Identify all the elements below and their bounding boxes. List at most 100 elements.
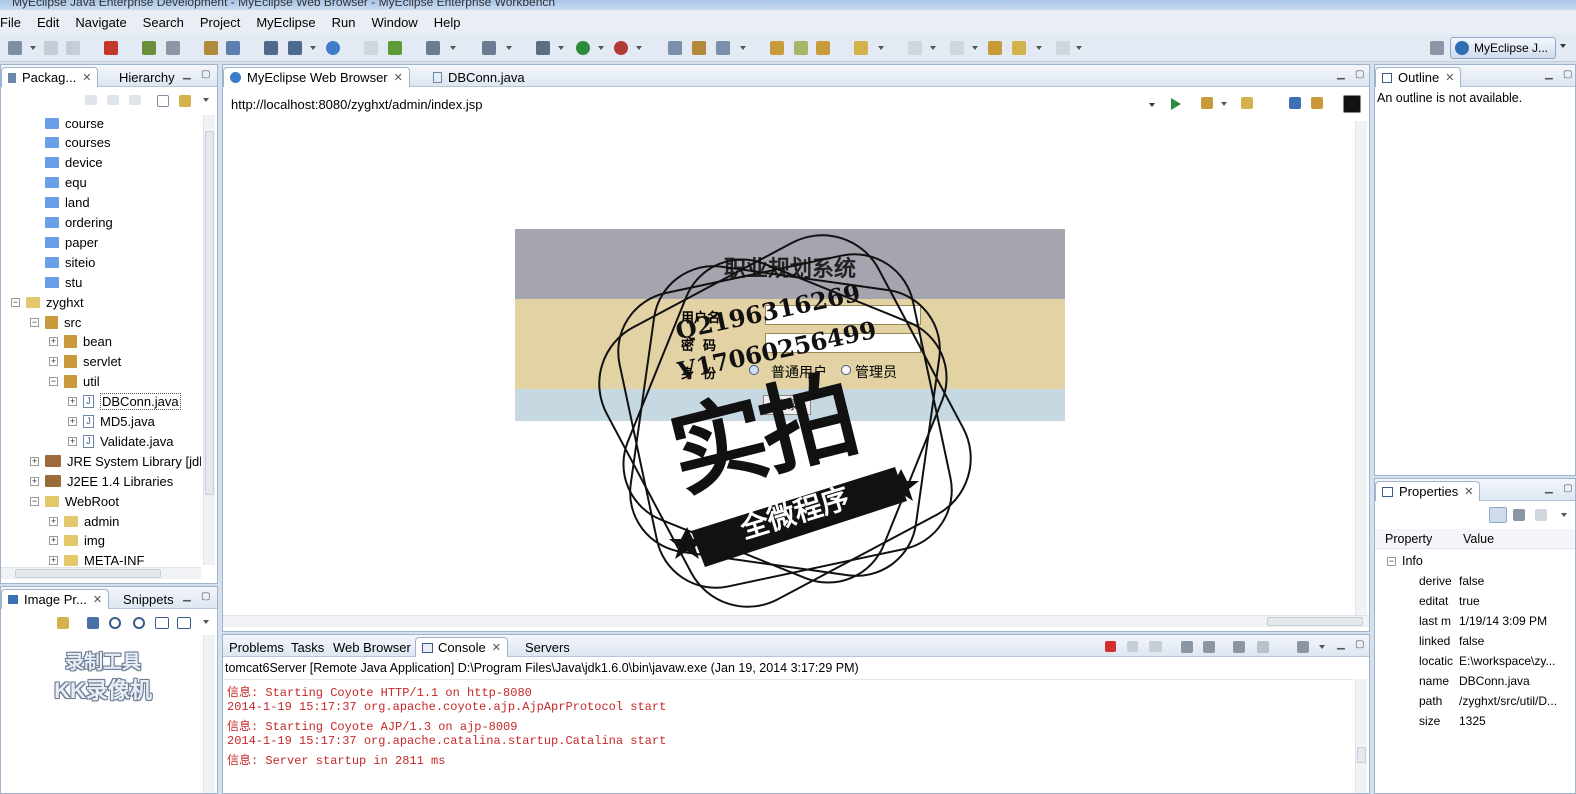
close-icon[interactable]: ✕ <box>1464 485 1473 498</box>
debug-icon[interactable] <box>536 41 550 55</box>
collapse-icon[interactable]: − <box>1387 556 1396 566</box>
property-row[interactable]: linked false <box>1381 631 1571 651</box>
menu-project[interactable]: Project <box>192 15 248 30</box>
expand-icon[interactable]: − <box>30 496 39 506</box>
collapse-all-icon[interactable] <box>157 95 169 107</box>
maximize-icon[interactable]: ▢ <box>201 69 210 80</box>
tree-item-util[interactable]: − util <box>49 372 100 392</box>
menu-myeclipse[interactable]: MyEclipse <box>248 15 323 30</box>
tree-vertical-scrollbar[interactable] <box>203 115 215 565</box>
menu-run[interactable]: Run <box>324 15 364 30</box>
zoom-out-icon[interactable] <box>109 617 121 629</box>
expand-icon[interactable]: + <box>68 417 77 426</box>
url-dropdown-icon[interactable] <box>1149 103 1155 107</box>
open-type-icon[interactable] <box>426 41 440 55</box>
tab-servers[interactable]: Servers <box>519 637 576 657</box>
close-icon[interactable]: ✕ <box>394 71 403 84</box>
go-icon[interactable] <box>1171 98 1181 110</box>
browser-horizontal-scrollbar[interactable] <box>223 615 1369 627</box>
maximize-icon[interactable]: ▢ <box>1563 483 1572 494</box>
collapse-icon[interactable]: − <box>11 297 20 307</box>
myeclipse-icon[interactable] <box>104 41 118 55</box>
expand-icon[interactable]: + <box>49 556 58 566</box>
minimize-icon[interactable]: ▁ <box>183 591 191 602</box>
tree-item-j2ee-1-4-libraries[interactable]: + J2EE 1.4 Libraries <box>30 471 173 491</box>
image-arrow-icon[interactable] <box>57 617 69 629</box>
tree-item-md5-java[interactable]: + J MD5.java <box>68 412 155 432</box>
tree-item-img[interactable]: + img <box>49 531 105 551</box>
browser-vertical-scrollbar[interactable] <box>1355 121 1367 615</box>
back-icon[interactable] <box>1012 41 1026 55</box>
tree-item-device[interactable]: device <box>30 153 103 173</box>
open-task-icon[interactable] <box>482 41 496 55</box>
tab-web-browser[interactable]: MyEclipse Web Browser ✕ <box>223 67 410 87</box>
tree-item-equ[interactable]: equ <box>30 173 87 193</box>
expand-icon[interactable]: + <box>30 476 39 486</box>
new-wizard-icon[interactable] <box>716 41 730 55</box>
expand-icon[interactable]: + <box>49 536 58 546</box>
expand-icon[interactable]: + <box>68 436 77 446</box>
tab-snippets[interactable]: Snippets <box>117 589 180 609</box>
open-perspective-icon[interactable] <box>1430 41 1444 55</box>
terminate-icon[interactable] <box>1105 641 1116 652</box>
tree-item-webroot[interactable]: − WebRoot <box>30 491 119 511</box>
server-icon[interactable] <box>166 41 180 55</box>
tab-package-explorer[interactable]: Packag... ✕ <box>1 67 99 87</box>
tab-problems[interactable]: Problems <box>223 637 290 657</box>
perspective-button[interactable]: MyEclipse J... <box>1450 37 1556 59</box>
tree-item-jre-system-library-jdk1[interactable]: + JRE System Library [jdk1 <box>30 451 201 471</box>
maximize-icon[interactable]: ▢ <box>201 591 210 602</box>
tree-item-validate-java[interactable]: + J Validate.java <box>68 431 173 451</box>
menu-file[interactable]: File <box>0 15 29 30</box>
minimize-icon[interactable]: ▁ <box>1337 69 1345 80</box>
property-row[interactable]: path/zyghxt/src/util/D... <box>1381 691 1571 711</box>
expand-icon[interactable]: + <box>49 357 58 367</box>
tab-image-preview[interactable]: Image Pr... ✕ <box>1 589 110 609</box>
tab-console[interactable]: Console ✕ <box>415 637 508 657</box>
last-edit-icon[interactable] <box>988 41 1002 55</box>
show-categories-icon[interactable] <box>1489 507 1507 523</box>
annotation-icon[interactable] <box>854 41 868 55</box>
refresh-icon[interactable] <box>388 41 402 55</box>
browser-options-icon[interactable] <box>1201 97 1213 109</box>
scroll-lock-icon[interactable] <box>1203 641 1215 653</box>
tree-item-zyghxt[interactable]: − zyghxt <box>11 292 84 312</box>
wizard2-icon[interactable] <box>226 41 240 55</box>
external-tools-icon[interactable] <box>614 41 628 55</box>
run-icon[interactable] <box>576 41 590 55</box>
maximize-icon[interactable]: ▢ <box>1355 639 1364 650</box>
tab-web-browser-view[interactable]: Web Browser <box>327 637 417 657</box>
property-row[interactable]: derive false <box>1381 571 1571 591</box>
url-input[interactable]: http://localhost:8080/zyghxt/admin/index… <box>231 97 1141 112</box>
tree-item-admin[interactable]: + admin <box>49 511 119 531</box>
expand-icon[interactable]: + <box>49 516 58 526</box>
deploy-icon[interactable] <box>142 41 156 55</box>
tree-item-meta-inf[interactable]: + META-INF <box>49 551 144 567</box>
tree-item-ordering[interactable]: ordering <box>30 213 113 233</box>
actual-size-icon[interactable] <box>155 617 169 629</box>
console-vertical-scrollbar[interactable] <box>1355 679 1367 793</box>
properties-group[interactable]: − Info <box>1381 551 1571 571</box>
link-editor-icon[interactable] <box>179 95 191 107</box>
property-row[interactable]: size 1325 <box>1381 711 1571 731</box>
tab-properties[interactable]: Properties ✕ <box>1375 481 1481 501</box>
tree-item-courses[interactable]: courses <box>30 133 111 153</box>
clear-console-icon[interactable] <box>1181 641 1193 653</box>
search-icon[interactable] <box>816 41 830 55</box>
browser-back-icon[interactable] <box>1241 97 1253 109</box>
new-icon[interactable] <box>8 41 22 55</box>
show-advanced-icon[interactable] <box>1513 509 1525 521</box>
property-row[interactable]: name DBConn.java <box>1381 671 1571 691</box>
menu-window[interactable]: Window <box>363 15 425 30</box>
property-column-header[interactable]: Property <box>1385 532 1432 546</box>
browser-stop-icon[interactable] <box>1289 97 1301 109</box>
save-icon[interactable] <box>44 41 58 55</box>
tree-item-src[interactable]: − src <box>30 312 81 332</box>
edit-icon[interactable] <box>794 41 808 55</box>
tree-item-paper[interactable]: paper <box>30 232 98 252</box>
close-icon[interactable]: ✕ <box>82 71 91 84</box>
image-fit-icon[interactable] <box>87 617 99 629</box>
zoom-in-icon[interactable] <box>133 617 145 629</box>
pin-console-icon[interactable] <box>1233 641 1245 653</box>
globe-icon[interactable] <box>326 41 340 55</box>
